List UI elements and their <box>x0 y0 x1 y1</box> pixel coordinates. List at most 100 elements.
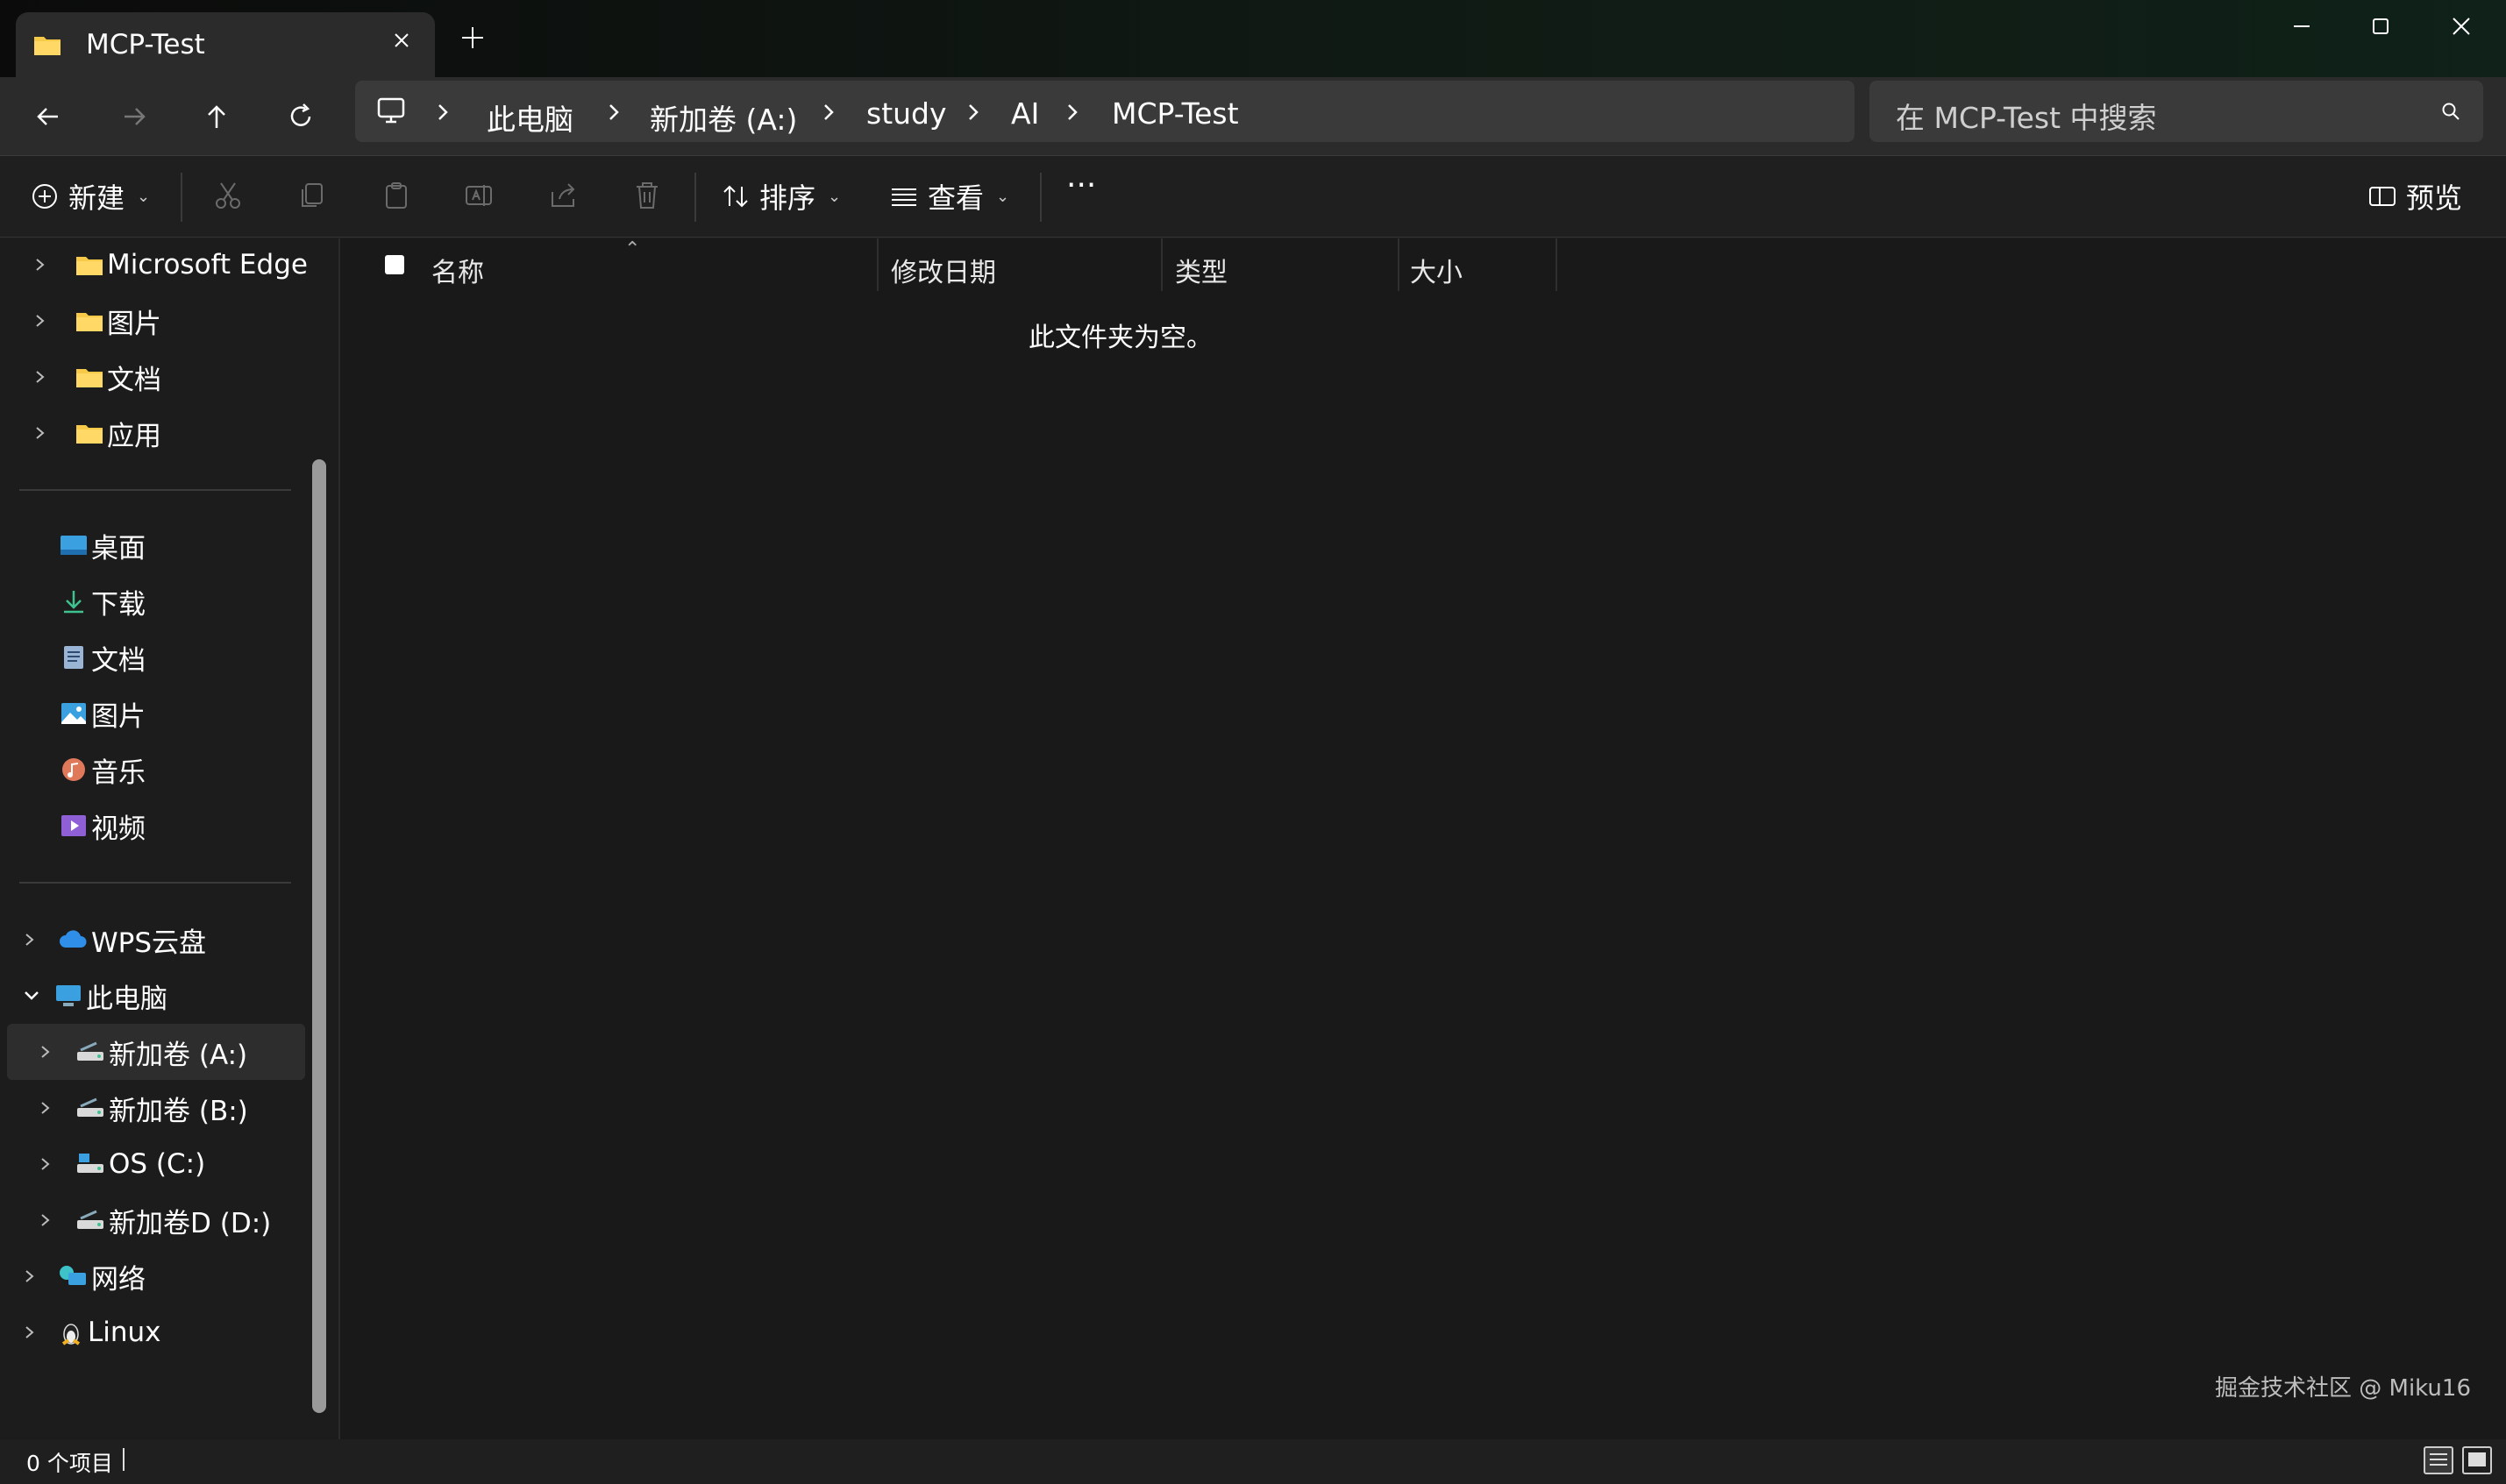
system-drive-icon <box>75 1152 105 1176</box>
chevron-right-icon[interactable] <box>23 931 40 948</box>
up-button[interactable] <box>195 95 238 138</box>
maximize-button[interactable] <box>2350 9 2411 44</box>
command-bar: 新建 ⌄ 排序 ⌄ 查看 ⌄ ··· 预览 <box>0 157 2506 238</box>
paste-icon[interactable] <box>381 180 412 211</box>
column-divider[interactable] <box>1398 238 1399 291</box>
view-button[interactable]: 查看 ⌄ <box>889 176 1009 217</box>
sidebar-item-documents[interactable]: 文档 <box>60 631 356 684</box>
crumb-study[interactable]: study <box>866 96 947 131</box>
tab-title: MCP-Test <box>86 29 205 60</box>
chevron-right-icon[interactable] <box>33 312 51 330</box>
toolbar-divider <box>1040 173 1042 222</box>
chevron-right-icon <box>820 102 837 123</box>
select-all-checkbox[interactable] <box>384 254 405 275</box>
sidebar-item-label: 文档 <box>107 364 161 396</box>
chevron-right-icon[interactable] <box>39 1211 56 1229</box>
column-header-modified[interactable]: 修改日期 <box>891 251 996 289</box>
navigation-bar: 此电脑 新加卷 (A:) study AI MCP-Test 在 MCP-Tes… <box>0 77 2506 156</box>
preview-button[interactable]: 预览 <box>2367 176 2462 217</box>
sidebar-item-microsoft-edge[interactable]: Microsoft Edge <box>33 238 308 291</box>
navigation-pane: Microsoft Edge 图片 文档 应用 桌面 下载 文档 图片 音乐 视… <box>0 238 356 1439</box>
crumb-drive-a[interactable]: 新加卷 (A:) <box>650 96 797 138</box>
sidebar-item-drive-c[interactable]: OS (C:) <box>39 1138 205 1190</box>
minimize-button[interactable] <box>2271 9 2332 44</box>
tiles-view-toggle[interactable] <box>2462 1446 2492 1474</box>
drive-icon <box>75 1096 105 1120</box>
crumb-this-pc[interactable]: 此电脑 <box>487 96 573 138</box>
sidebar-item-linux[interactable]: Linux <box>23 1306 161 1359</box>
chevron-right-icon[interactable] <box>33 424 51 442</box>
sidebar-item-drive-a[interactable]: 新加卷 (A:) <box>39 1026 247 1078</box>
column-divider[interactable] <box>1161 238 1163 291</box>
more-options-button[interactable]: ··· <box>1066 167 1096 203</box>
sidebar-item-apps-folder[interactable]: 应用 <box>33 407 161 459</box>
copy-icon[interactable] <box>296 180 328 211</box>
drive-icon <box>75 1040 105 1064</box>
search-input[interactable]: 在 MCP-Test 中搜索 <box>1869 81 2483 142</box>
sidebar-item-wps-cloud[interactable]: WPS云盘 <box>23 913 206 966</box>
sidebar-item-pictures-folder[interactable]: 图片 <box>33 295 161 347</box>
column-header-size[interactable]: 大小 <box>1410 251 1463 289</box>
sidebar-item-this-pc[interactable]: 此电脑 <box>23 969 167 1022</box>
sort-button[interactable]: 排序 ⌄ <box>721 176 841 217</box>
chevron-right-icon[interactable] <box>23 1324 40 1341</box>
share-icon[interactable] <box>547 180 579 211</box>
sidebar-item-pictures[interactable]: 图片 <box>60 687 356 740</box>
document-icon <box>60 645 88 670</box>
download-icon <box>60 589 88 614</box>
column-divider[interactable] <box>877 238 879 291</box>
computer-icon <box>54 983 82 1008</box>
chevron-right-icon[interactable] <box>39 1043 56 1061</box>
sidebar-item-videos[interactable]: 视频 <box>60 799 356 852</box>
sidebar-item-network[interactable]: 网络 <box>23 1250 146 1303</box>
chevron-down-icon: ⌄ <box>996 187 1010 206</box>
close-tab-icon[interactable] <box>391 30 412 51</box>
address-bar[interactable]: 此电脑 新加卷 (A:) study AI MCP-Test <box>355 81 1855 142</box>
delete-icon[interactable] <box>631 180 663 211</box>
sidebar-item-downloads[interactable]: 下载 <box>60 575 356 628</box>
rename-icon[interactable] <box>463 180 495 211</box>
chevron-right-icon[interactable] <box>33 256 51 273</box>
chevron-down-icon: ⌄ <box>137 187 151 206</box>
search-placeholder: 在 MCP-Test 中搜索 <box>1896 101 2157 135</box>
sidebar-item-documents-folder[interactable]: 文档 <box>33 351 161 403</box>
desktop-icon <box>60 533 88 557</box>
chevron-right-icon[interactable] <box>33 368 51 386</box>
sidebar-item-label: 音乐 <box>91 756 146 789</box>
refresh-button[interactable] <box>279 95 323 138</box>
column-header-name[interactable]: 名称 <box>431 251 484 289</box>
sidebar-item-label: 桌面 <box>91 532 146 564</box>
sidebar-item-label: WPS云盘 <box>91 927 207 959</box>
sort-icon <box>721 181 751 211</box>
sidebar-item-label: 此电脑 <box>86 983 167 1015</box>
sort-label: 排序 <box>759 181 816 215</box>
sidebar-scrollbar[interactable] <box>312 459 326 1413</box>
chevron-down-icon[interactable] <box>23 987 40 1005</box>
chevron-right-icon[interactable] <box>39 1155 56 1173</box>
chevron-right-icon[interactable] <box>39 1099 56 1117</box>
sidebar-item-desktop[interactable]: 桌面 <box>60 519 356 572</box>
folder-icon <box>75 422 103 444</box>
sidebar-item-music[interactable]: 音乐 <box>60 743 356 796</box>
cut-icon[interactable] <box>212 180 244 211</box>
tab-active[interactable]: MCP-Test <box>16 12 435 77</box>
new-button[interactable]: 新建 ⌄ <box>30 176 150 217</box>
back-button[interactable] <box>26 95 70 138</box>
column-divider[interactable] <box>1556 238 1557 291</box>
details-view-toggle[interactable] <box>2424 1446 2453 1474</box>
chevron-right-icon[interactable] <box>23 1267 40 1285</box>
title-bar: MCP-Test <box>0 0 2506 77</box>
network-icon <box>58 1264 88 1289</box>
new-tab-button[interactable] <box>459 25 486 51</box>
close-window-button[interactable] <box>2431 9 2492 44</box>
chevron-right-icon <box>434 102 452 123</box>
column-header-type[interactable]: 类型 <box>1175 251 1228 289</box>
chevron-down-icon: ⌄ <box>828 187 842 206</box>
file-list-pane[interactable]: ⌃ 名称 修改日期 类型 大小 此文件夹为空。 掘金技术社区 @ Miku16 <box>340 238 2506 1439</box>
crumb-ai[interactable]: AI <box>1011 96 1039 131</box>
video-icon <box>60 813 88 838</box>
sidebar-item-drive-d[interactable]: 新加卷D (D:) <box>39 1194 271 1246</box>
crumb-mcp-test[interactable]: MCP-Test <box>1112 96 1239 131</box>
sidebar-item-drive-b[interactable]: 新加卷 (B:) <box>39 1082 248 1134</box>
forward-button[interactable] <box>112 95 156 138</box>
